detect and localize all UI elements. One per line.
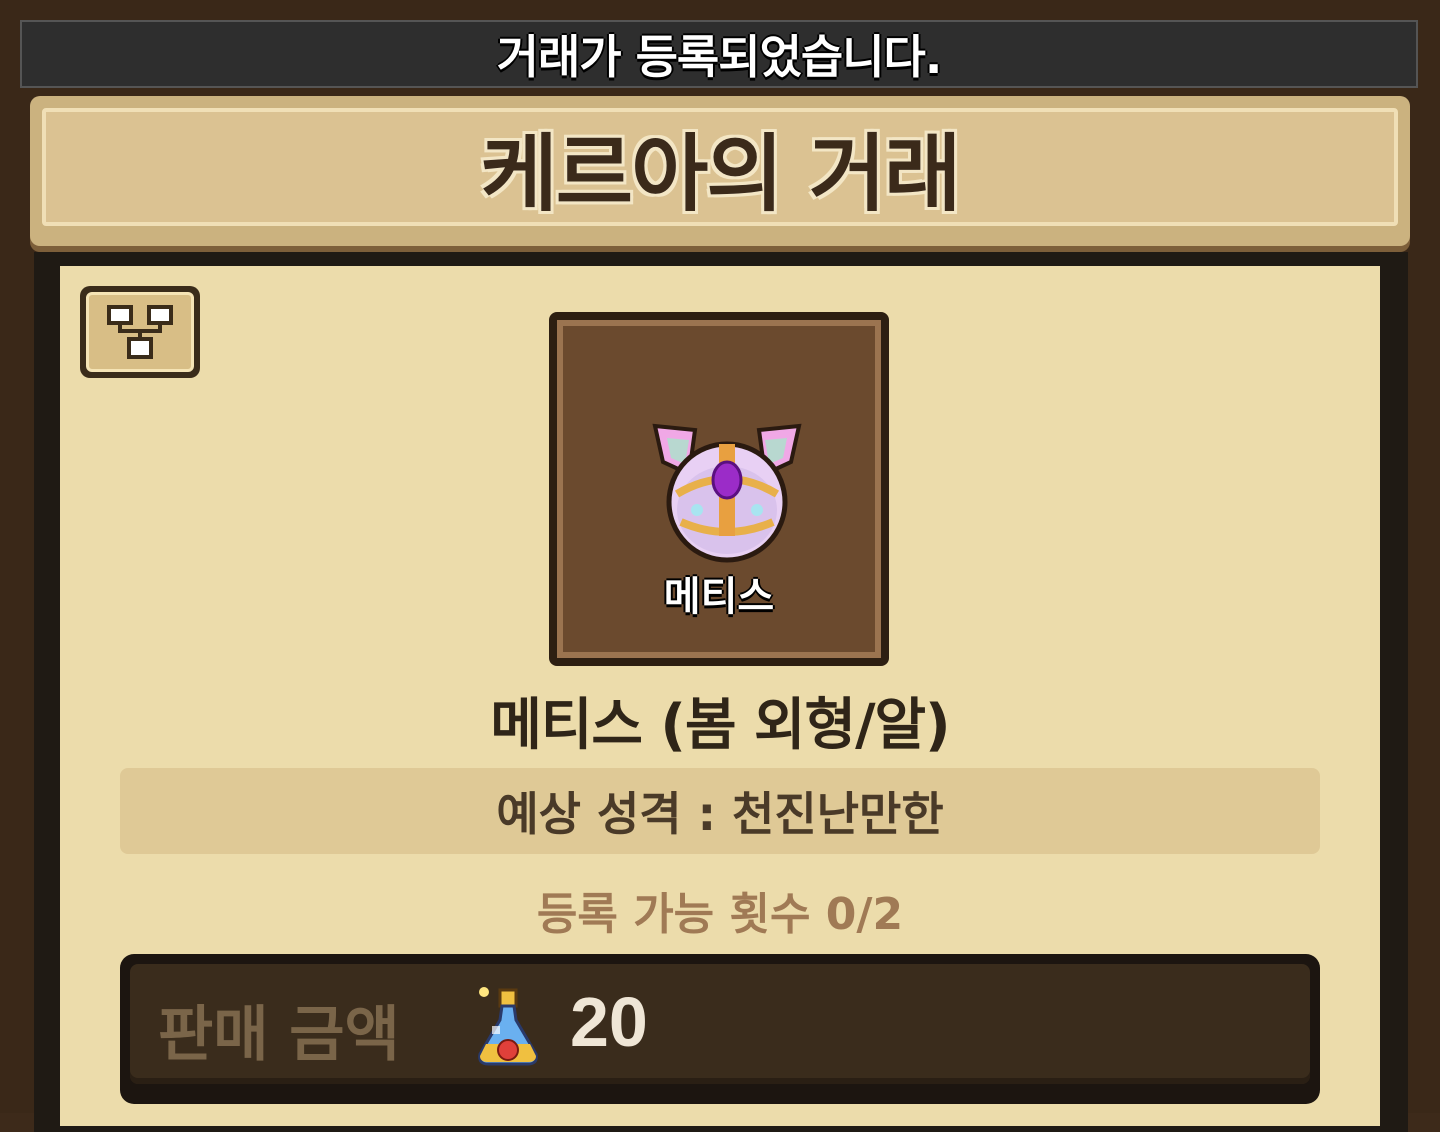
hierarchy-tree-icon [107,305,173,359]
item-name: 메티스 (봄 외형/알) [490,693,950,758]
egg-icon [652,423,802,563]
title-banner-inner: 케르아의 거래 [42,108,1398,226]
registration-count: 등록 가능 횟수 0/2 [536,889,904,940]
hierarchy-tree-button[interactable] [80,286,200,378]
item-slot[interactable]: 메티스 [549,312,889,666]
price-label: 판매 금액 [158,1000,400,1070]
toast-notification: 거래가 등록되었습니다. [20,20,1418,88]
personality-text: 예상 성격 : 천진난만한 [496,787,944,841]
price-value: 20 [570,983,648,1061]
personality-bar: 예상 성격 : 천진난만한 [120,768,1320,854]
price-bar[interactable]: 판매 금액 20 [120,954,1320,1104]
price-bar-inner: 판매 금액 20 [130,964,1310,1084]
item-slot-label: 메티스 [663,574,775,620]
title-banner: 케르아의 거래 [30,96,1410,246]
page-title: 케르아의 거래 [480,124,962,223]
toast-message: 거래가 등록되었습니다. [496,30,943,84]
tree-button-face[interactable] [86,292,194,372]
potion-bottle-icon [478,987,538,1066]
item-slot-inner: 메티스 [557,320,881,658]
